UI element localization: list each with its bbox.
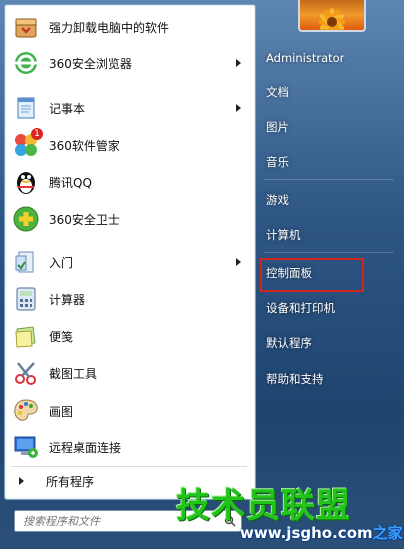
- link-label: 设备和打印机: [266, 301, 335, 315]
- watermark-suffix: 之家: [372, 524, 403, 542]
- qq-penguin-icon: [11, 167, 41, 197]
- link-user-folder[interactable]: Administrator: [266, 47, 386, 69]
- program-label: 截图工具: [49, 366, 98, 381]
- program-uninstaller[interactable]: 强力卸载电脑中的软件: [7, 9, 251, 45]
- link-label: 默认程序: [266, 336, 312, 350]
- all-programs-label: 所有程序: [46, 474, 95, 489]
- program-qq[interactable]: 腾讯QQ: [7, 164, 251, 200]
- watermark-url-text: www.jsgho.com: [240, 524, 373, 542]
- program-snipping-tool[interactable]: 截图工具: [7, 355, 251, 391]
- program-label: 强力卸载电脑中的软件: [49, 20, 170, 35]
- uninstall-box-icon: [11, 12, 41, 42]
- program-label: 360安全浏览器: [49, 56, 132, 71]
- remote-desktop-icon: [11, 432, 41, 462]
- watermark-url: www.jsgho.com之家: [240, 522, 403, 543]
- link-documents[interactable]: 文档: [266, 81, 386, 103]
- highlight-annotation: [260, 258, 364, 292]
- program-label: 计算器: [49, 292, 86, 307]
- link-label: 文档: [266, 85, 289, 99]
- sticky-notes-icon: [11, 321, 41, 351]
- watermark-title: 技术员联盟: [176, 486, 351, 526]
- link-help-and-support[interactable]: 帮助和支持: [266, 368, 386, 390]
- 360-security-guard-icon: [11, 204, 41, 234]
- program-360-security-guard[interactable]: 360安全卫士: [7, 201, 251, 237]
- link-default-programs[interactable]: 默认程序: [266, 332, 386, 354]
- notification-badge: 1: [31, 128, 43, 140]
- program-label: 入门: [49, 255, 74, 270]
- divider: [264, 179, 394, 180]
- start-menu: 强力卸载电脑中的软件 360安全浏览器 记事本 1 360软件管家 腾讯QQ 3…: [0, 0, 404, 549]
- link-computer[interactable]: 计算机: [266, 224, 386, 246]
- program-label: 远程桌面连接: [49, 440, 122, 455]
- paint-icon: [11, 396, 41, 426]
- link-label: 游戏: [266, 193, 289, 207]
- program-notepad[interactable]: 记事本: [7, 90, 251, 126]
- program-calculator[interactable]: 计算器: [7, 281, 251, 317]
- submenu-arrow-icon[interactable]: [236, 104, 241, 112]
- divider: [264, 252, 394, 253]
- link-label: Administrator: [266, 51, 345, 65]
- link-pictures[interactable]: 图片: [266, 116, 386, 138]
- program-label: 腾讯QQ: [49, 175, 92, 190]
- link-label: 计算机: [266, 228, 301, 242]
- link-label: 音乐: [266, 155, 289, 169]
- program-360-browser[interactable]: 360安全浏览器: [7, 45, 251, 81]
- link-music[interactable]: 音乐: [266, 151, 386, 173]
- 360-browser-icon: [11, 48, 41, 78]
- 360-software-manager-icon: 1: [11, 128, 43, 160]
- program-paint[interactable]: 画图: [7, 393, 251, 429]
- program-label: 360软件管家: [49, 138, 120, 153]
- link-label: 图片: [266, 120, 289, 134]
- submenu-arrow-icon[interactable]: [236, 59, 241, 67]
- getting-started-icon: [11, 247, 41, 277]
- user-avatar[interactable]: [298, 0, 366, 32]
- program-label: 画图: [49, 404, 74, 419]
- flower-picture-icon: [318, 8, 346, 30]
- program-label: 便笺: [49, 329, 74, 344]
- notepad-icon: [11, 93, 41, 123]
- link-devices-and-printers[interactable]: 设备和打印机: [266, 297, 386, 319]
- program-label: 360安全卫士: [49, 212, 120, 227]
- program-list: 强力卸载电脑中的软件 360安全浏览器 记事本 1 360软件管家 腾讯QQ 3…: [4, 4, 256, 500]
- submenu-arrow-icon[interactable]: [236, 258, 241, 266]
- link-games[interactable]: 游戏: [266, 189, 386, 211]
- program-360-software-manager[interactable]: 1 360软件管家: [7, 127, 251, 163]
- link-label: 帮助和支持: [266, 372, 324, 386]
- program-label: 记事本: [49, 101, 86, 116]
- calculator-icon: [11, 284, 41, 314]
- snipping-tool-icon: [11, 358, 41, 388]
- program-sticky-notes[interactable]: 便笺: [7, 318, 251, 354]
- program-getting-started[interactable]: 入门: [7, 244, 251, 280]
- program-remote-desktop[interactable]: 远程桌面连接: [7, 429, 251, 465]
- expand-arrow-icon: [19, 477, 24, 485]
